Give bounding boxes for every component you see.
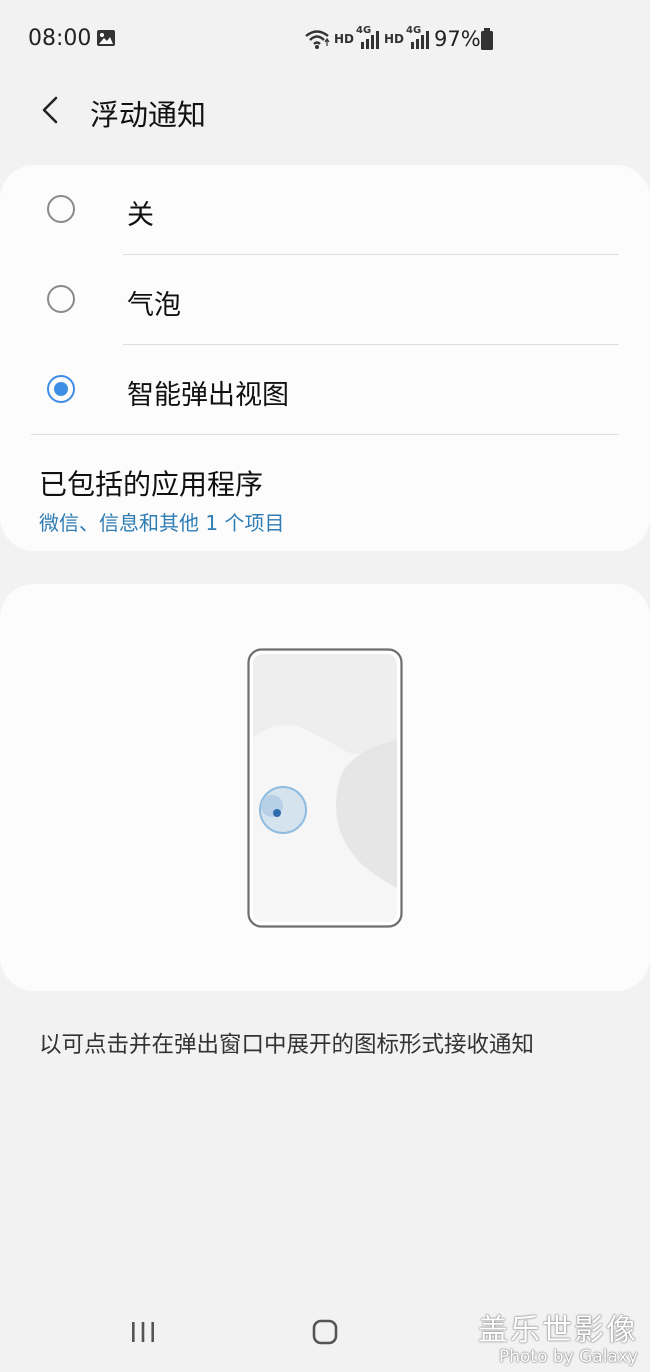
radio-off[interactable]: [47, 195, 75, 223]
included-apps-item[interactable]: 已包括的应用程序 微信、信息和其他 1 个项目: [0, 435, 650, 551]
options-card: 关 气泡 智能弹出视图 已包括的应用程序 微信、信息和其他 1 个项目: [0, 165, 650, 551]
watermark-title: 盖乐世影像: [478, 1313, 638, 1348]
option-off-label: 关: [127, 200, 154, 231]
option-off[interactable]: 关: [0, 165, 650, 255]
image-icon: [97, 30, 115, 46]
signal-icon-2: [411, 31, 429, 49]
option-bubble[interactable]: 气泡: [0, 255, 650, 345]
network-label-2: HD: [384, 32, 405, 46]
recent-apps-icon[interactable]: [130, 1320, 156, 1344]
status-bar: 08:00 HD 4G HD 4G 97%: [0, 0, 650, 80]
signal-icon: [361, 31, 379, 49]
feature-description: 以可点击并在弹出窗口中展开的图标形式接收通知: [39, 1032, 535, 1058]
network-label-1: HD: [334, 32, 355, 46]
battery-percent: 97%: [434, 27, 481, 51]
radio-smart-popup[interactable]: [47, 375, 75, 403]
illustration-card: [0, 584, 650, 991]
included-apps-title: 已包括的应用程序: [39, 468, 264, 501]
battery-icon: [481, 28, 493, 50]
wifi-icon: [305, 30, 330, 49]
page-title: 浮动通知: [90, 98, 207, 132]
home-icon[interactable]: [311, 1318, 339, 1346]
radio-bubble[interactable]: [47, 285, 75, 313]
phone-illustration: [247, 648, 403, 928]
watermark: 盖乐世影像 Photo by Galaxy: [478, 1305, 638, 1367]
status-time: 08:00: [28, 26, 92, 51]
option-bubble-label: 气泡: [127, 290, 181, 321]
app-header: 浮动通知: [0, 80, 650, 144]
back-icon[interactable]: [36, 92, 64, 128]
option-smart-popup-label: 智能弹出视图: [127, 380, 289, 411]
included-apps-subtitle: 微信、信息和其他 1 个项目: [39, 511, 285, 535]
option-smart-popup[interactable]: 智能弹出视图: [0, 345, 650, 435]
watermark-subtitle: Photo by Galaxy: [498, 1347, 638, 1367]
